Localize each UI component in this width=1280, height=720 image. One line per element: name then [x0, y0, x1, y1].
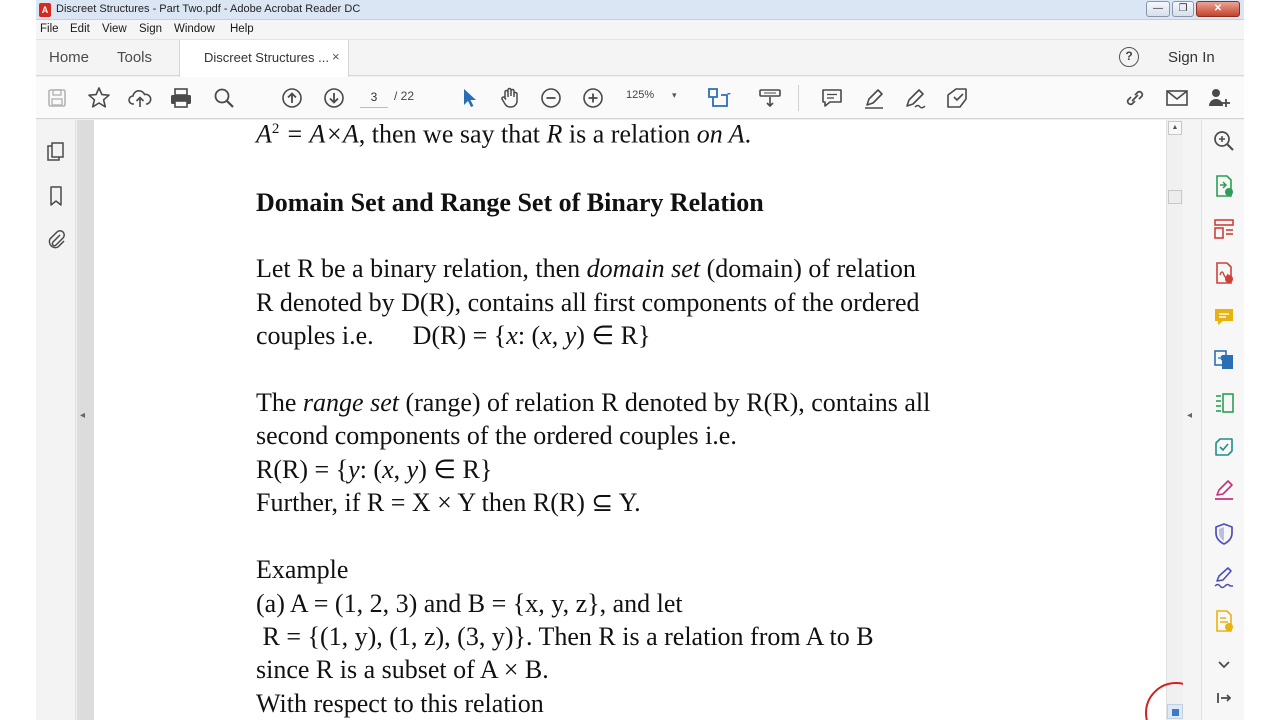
- text-line-example-4: With respect to this relation: [256, 689, 544, 718]
- edit-pdf-icon[interactable]: [1212, 391, 1236, 415]
- navigation-pane: [36, 120, 76, 720]
- cloud-upload-icon[interactable]: [127, 85, 153, 111]
- menu-window[interactable]: Window: [174, 23, 215, 35]
- section-heading: Domain Set and Range Set of Binary Relat…: [256, 188, 764, 217]
- bookmark-icon[interactable]: [44, 184, 68, 208]
- share-link-icon[interactable]: [1122, 85, 1148, 111]
- toolbar-separator: [798, 85, 799, 111]
- scroll-up-button[interactable]: ▲: [1168, 121, 1182, 135]
- stamp-icon[interactable]: [944, 85, 970, 111]
- hand-icon[interactable]: [497, 85, 523, 111]
- create-pdf-icon[interactable]: [1212, 261, 1236, 285]
- minimize-button[interactable]: —: [1146, 1, 1170, 17]
- star-icon[interactable]: [86, 85, 112, 111]
- menu-bar: File Edit View Sign Window Help: [36, 20, 1244, 40]
- main-toolbar: / 22 125% ▾: [36, 77, 1244, 119]
- document-viewport[interactable]: ◂ A2 = A×A, then we say that R is a rela…: [77, 120, 1166, 720]
- save-icon[interactable]: [44, 85, 70, 111]
- export-pdf-icon[interactable]: [1212, 174, 1236, 198]
- close-tab-icon[interactable]: ×: [332, 49, 340, 64]
- text-line-example-2: R = {(1, y), (1, z), (3, y)}. Then R is …: [256, 622, 874, 651]
- zoom-dropdown-icon[interactable]: ▾: [672, 90, 677, 101]
- text-line-range-4: Further, if R = X × Y then R(R) ⊆ Y.: [256, 488, 641, 517]
- print-icon[interactable]: [168, 85, 194, 111]
- pdf-page: A2 = A×A, then we say that R is a relati…: [94, 120, 1166, 720]
- combine-files-icon[interactable]: [1212, 348, 1236, 372]
- text-line-example-3: since R is a subset of A × B.: [256, 655, 549, 684]
- menu-edit[interactable]: Edit: [70, 23, 90, 35]
- comment-tool-icon[interactable]: [1212, 305, 1236, 329]
- tab-bar: Home Tools Discreet Structures ... × ? S…: [36, 40, 1244, 77]
- menu-file[interactable]: File: [40, 23, 59, 35]
- expand-more-icon[interactable]: [1212, 652, 1236, 676]
- email-icon[interactable]: [1164, 85, 1190, 111]
- screen-border-right: [1244, 0, 1280, 720]
- zoom-out-icon[interactable]: [538, 85, 564, 111]
- tab-document[interactable]: Discreet Structures ... ×: [179, 40, 349, 77]
- example-title: Example: [256, 555, 349, 584]
- text-line-domain-3: couples i.e. D(R) = {x: (x, y) ∈ R}: [256, 321, 651, 350]
- collapse-pane-icon[interactable]: [1212, 686, 1236, 710]
- document-tab-label: Discreet Structures ...: [204, 50, 329, 65]
- draw-icon[interactable]: [902, 85, 928, 111]
- page-down-icon[interactable]: [321, 85, 347, 111]
- text-line-relation-on-a: A2 = A×A, then we say that R is a relati…: [256, 120, 752, 149]
- fill-sign-icon[interactable]: [1212, 478, 1236, 502]
- page-number-input[interactable]: [360, 86, 388, 108]
- window-title: Discreet Structures - Part Two.pdf - Ado…: [56, 3, 361, 15]
- collapse-right-pane-icon[interactable]: ◂: [1187, 410, 1192, 421]
- text-line-domain-1: Let R be a binary relation, then domain …: [256, 254, 916, 283]
- page-total: / 22: [394, 89, 415, 103]
- sign-in-link[interactable]: Sign In: [1168, 49, 1215, 66]
- text-line-example-1: (a) A = (1, 2, 3) and B = {x, y, z}, and…: [256, 589, 683, 618]
- highlight-icon[interactable]: [861, 85, 887, 111]
- help-icon[interactable]: ?: [1119, 47, 1139, 67]
- scroll-mode-icon[interactable]: [757, 85, 783, 111]
- zoom-in-icon[interactable]: [580, 85, 606, 111]
- fit-page-icon[interactable]: [705, 85, 731, 111]
- search-icon[interactable]: [211, 85, 237, 111]
- scroll-thumb[interactable]: [1168, 190, 1182, 204]
- tools-pane: [1201, 120, 1244, 720]
- title-bar: A Discreet Structures - Part Two.pdf - A…: [36, 0, 1244, 20]
- maximize-button[interactable]: ❐: [1172, 1, 1194, 17]
- tab-home[interactable]: Home: [49, 49, 89, 66]
- collapse-left-pane-icon[interactable]: ◂: [80, 410, 85, 421]
- close-window-button[interactable]: ✕: [1196, 1, 1240, 17]
- text-line-range-3: R(R) = {y: (x, y) ∈ R}: [256, 455, 493, 484]
- menu-view[interactable]: View: [102, 23, 127, 35]
- text-line-range-2: second components of the ordered couples…: [256, 421, 737, 450]
- organize-pages-icon[interactable]: [1212, 217, 1236, 241]
- menu-help[interactable]: Help: [230, 23, 254, 35]
- select-cursor-icon[interactable]: [456, 85, 482, 111]
- screen-border-left: [0, 0, 36, 720]
- text-line-range-1: The range set (range) of relation R deno…: [256, 388, 931, 417]
- vertical-scrollbar[interactable]: ▲: [1145, 120, 1207, 720]
- acrobat-window: A Discreet Structures - Part Two.pdf - A…: [36, 0, 1244, 720]
- tab-tools[interactable]: Tools: [117, 49, 152, 66]
- acrobat-app-icon: A: [39, 3, 51, 17]
- protect-icon[interactable]: [1212, 522, 1236, 546]
- zoom-tool-icon[interactable]: [1212, 129, 1236, 153]
- page-up-icon[interactable]: [279, 85, 305, 111]
- attachment-icon[interactable]: [44, 228, 68, 252]
- right-pane-gutter: ◂: [1183, 120, 1201, 720]
- zoom-level[interactable]: 125%: [626, 89, 654, 101]
- text-line-domain-2: R denoted by D(R), contains all first co…: [256, 288, 920, 317]
- menu-sign[interactable]: Sign: [139, 23, 162, 35]
- add-user-icon[interactable]: [1206, 85, 1232, 111]
- send-for-review-icon[interactable]: [1212, 435, 1236, 459]
- more-tools-icon[interactable]: [1212, 609, 1236, 633]
- comment-icon[interactable]: [819, 85, 845, 111]
- sign-icon[interactable]: [1212, 566, 1236, 590]
- page-thumbnails-icon[interactable]: [44, 140, 68, 164]
